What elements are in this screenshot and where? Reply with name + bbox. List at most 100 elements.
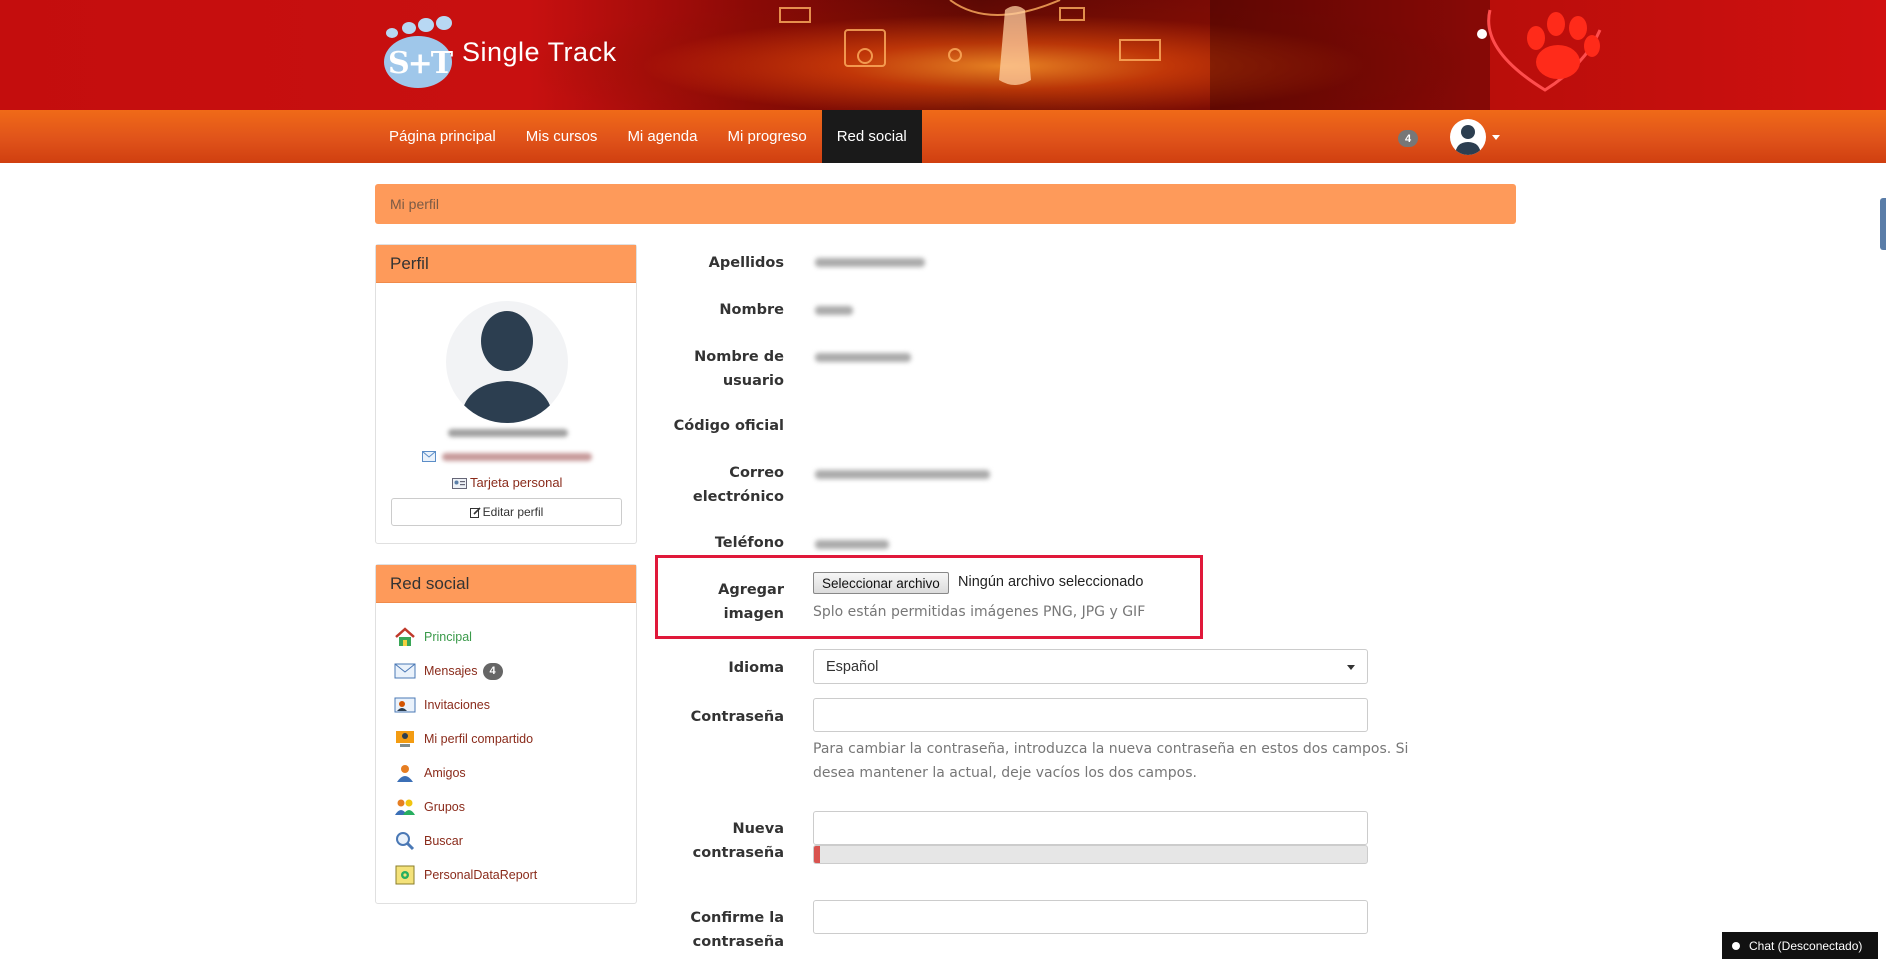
social-item-label: Amigos bbox=[424, 766, 466, 780]
group-icon bbox=[395, 799, 415, 815]
social-item-messages[interactable]: Mensajes 4 bbox=[394, 654, 537, 688]
email-value-redacted bbox=[815, 470, 990, 479]
email-label-line1: Correo bbox=[729, 465, 784, 481]
report-icon bbox=[395, 865, 415, 885]
breadcrumb: Mi perfil bbox=[375, 184, 1516, 224]
profile-avatar bbox=[446, 301, 568, 423]
social-item-shared-profile[interactable]: Mi perfil compartido bbox=[394, 722, 537, 756]
username-label-line2: usuario bbox=[722, 373, 784, 389]
personal-card-label: Tarjeta personal bbox=[469, 475, 563, 490]
home-icon bbox=[395, 627, 415, 646]
personal-card-link[interactable]: Tarjeta personal bbox=[376, 475, 638, 490]
name-label: Nombre bbox=[719, 302, 784, 318]
profile-email-redacted bbox=[442, 453, 592, 461]
nav-progress[interactable]: Mi progreso bbox=[713, 110, 822, 163]
social-item-label: PersonalDataReport bbox=[424, 868, 538, 882]
language-label: Idioma bbox=[728, 660, 784, 676]
social-item-home[interactable]: Principal bbox=[394, 620, 537, 654]
new-password-label-line2: contraseña bbox=[692, 845, 784, 861]
id-card-icon bbox=[451, 478, 467, 490]
envelope-icon bbox=[422, 451, 436, 462]
confirm-password-label-line2: contraseña bbox=[692, 934, 784, 950]
edit-profile-button[interactable]: Editar perfil bbox=[391, 498, 622, 526]
social-item-friends[interactable]: Amigos bbox=[394, 756, 537, 790]
messages-count-badge: 4 bbox=[482, 662, 503, 680]
envelope-icon bbox=[394, 663, 416, 679]
social-item-label: Grupos bbox=[424, 800, 465, 814]
choose-file-button[interactable]: Seleccionar archivo bbox=[813, 572, 949, 594]
banner-devices-illustration bbox=[779, 0, 1161, 85]
password-help-line2: desea mantener la actual, deje vacíos lo… bbox=[813, 765, 1197, 781]
password-strength-fill bbox=[814, 846, 820, 863]
password-input[interactable] bbox=[813, 698, 1368, 732]
paw-heart-icon bbox=[1477, 9, 1602, 92]
add-image-label: Agregar imagen bbox=[718, 582, 784, 622]
notification-badge[interactable]: 4 bbox=[1398, 130, 1418, 147]
phone-value-redacted bbox=[815, 540, 889, 549]
user-menu-dropdown[interactable] bbox=[1450, 119, 1500, 155]
username-label-line1: Nombre de bbox=[694, 349, 784, 365]
profile-panel: Perfil Tarjeta personal Editar perfil bbox=[375, 244, 637, 544]
social-item-personal-data-report[interactable]: PersonalDataReport bbox=[394, 858, 537, 892]
social-item-groups[interactable]: Grupos bbox=[394, 790, 537, 824]
banner-shade bbox=[1210, 0, 1490, 110]
confirm-password-label-line1: Confirme la bbox=[690, 910, 784, 926]
profile-name-redacted bbox=[448, 429, 568, 437]
pencil-icon bbox=[469, 506, 481, 518]
app-logo[interactable]: S+T Single Track bbox=[378, 16, 617, 88]
surname-value-redacted bbox=[815, 258, 925, 267]
shared-profile-icon bbox=[396, 731, 414, 747]
logo-mark: S+T bbox=[378, 16, 454, 88]
new-password-input[interactable] bbox=[813, 811, 1368, 845]
friend-icon bbox=[397, 765, 413, 782]
nav-menu: Página principal Mis cursos Mi agenda Mi… bbox=[374, 110, 922, 163]
confirm-password-input[interactable] bbox=[813, 900, 1368, 934]
social-item-label: Invitaciones bbox=[424, 698, 491, 712]
chat-status-button[interactable]: Chat (Desconectado) bbox=[1722, 932, 1878, 959]
nav-my-courses[interactable]: Mis cursos bbox=[511, 110, 613, 163]
chat-status-label: Chat (Desconectado) bbox=[1749, 938, 1863, 953]
social-item-label: Principal bbox=[424, 630, 472, 644]
social-item-label: Mi perfil compartido bbox=[424, 732, 534, 746]
nav-social-network[interactable]: Red social bbox=[821, 110, 922, 163]
user-silhouette-icon bbox=[460, 311, 554, 423]
file-status-text: Ningún archivo seleccionado bbox=[958, 574, 1144, 590]
main-navbar: Página principal Mis cursos Mi agenda Mi… bbox=[0, 110, 1886, 163]
file-help-text: Splo están permitidas imágenes PNG, JPG … bbox=[813, 604, 1146, 620]
social-item-label: Buscar bbox=[424, 834, 463, 848]
password-help-line1: Para cambiar la contraseña, introduzca l… bbox=[813, 741, 1409, 757]
search-icon bbox=[396, 832, 415, 851]
username-value-redacted bbox=[815, 353, 911, 362]
app-name: Single Track bbox=[462, 36, 617, 67]
profile-panel-title: Perfil bbox=[376, 245, 636, 283]
password-label: Contraseña bbox=[690, 709, 784, 725]
edit-profile-label: Editar perfil bbox=[482, 505, 544, 519]
social-item-invitations[interactable]: Invitaciones bbox=[394, 688, 537, 722]
social-item-search[interactable]: Buscar bbox=[394, 824, 537, 858]
user-avatar bbox=[1450, 119, 1486, 155]
nav-agenda[interactable]: Mi agenda bbox=[612, 110, 712, 163]
social-network-panel: Red social Principal Mensajes 4 Invitaci… bbox=[375, 564, 637, 904]
social-panel-title: Red social bbox=[376, 565, 636, 603]
chevron-down-icon bbox=[1492, 134, 1500, 140]
header-banner: S+T Single Track bbox=[0, 0, 1886, 110]
side-scroll-tab[interactable] bbox=[1880, 198, 1886, 250]
password-strength-bar bbox=[813, 845, 1368, 864]
official-code-label: Código oficial bbox=[673, 418, 784, 434]
email-label-line2: electrónico bbox=[692, 489, 784, 505]
logo-letters: S+T bbox=[388, 46, 453, 81]
surname-label: Apellidos bbox=[708, 255, 784, 271]
language-selected-value: Español bbox=[826, 658, 879, 675]
new-password-label-line1: Nueva bbox=[732, 821, 784, 837]
name-value-redacted bbox=[815, 306, 853, 315]
breadcrumb-current: Mi perfil bbox=[390, 196, 440, 212]
language-select[interactable]: Español bbox=[813, 649, 1368, 684]
nav-home[interactable]: Página principal bbox=[374, 110, 511, 163]
user-silhouette-icon bbox=[1455, 125, 1481, 155]
chat-status-dot bbox=[1732, 941, 1740, 950]
invitation-icon bbox=[394, 697, 416, 713]
chevron-down-icon bbox=[1347, 665, 1355, 670]
social-item-label: Mensajes bbox=[424, 664, 478, 678]
social-menu: Principal Mensajes 4 Invitaciones Mi per… bbox=[394, 620, 537, 892]
phone-label: Teléfono bbox=[714, 535, 784, 551]
